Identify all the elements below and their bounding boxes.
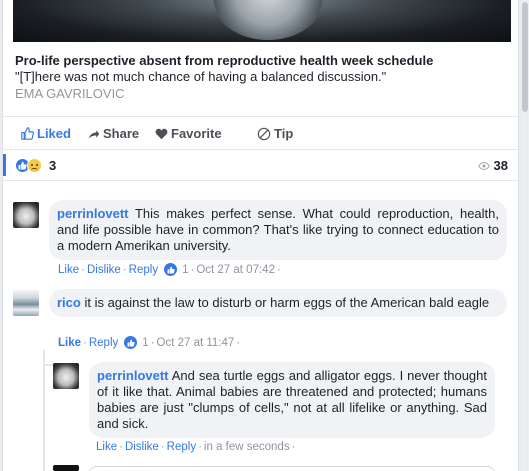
comment-username[interactable]: rico <box>57 295 81 310</box>
like-link[interactable]: Like <box>58 337 81 349</box>
view-count: 38 <box>477 158 508 173</box>
article-author[interactable]: EMA GAVRILOVIC <box>15 86 125 101</box>
comment-time[interactable]: Oct 27 at 11:47 <box>157 337 235 349</box>
avatar[interactable] <box>53 363 79 389</box>
like-link[interactable]: Like <box>96 441 117 453</box>
heart-icon <box>155 128 168 139</box>
dislike-link[interactable]: Dislike <box>87 264 121 276</box>
action-bar: Liked Share Favorite Tip <box>3 116 518 150</box>
comment-meta: Like · Dislike · Reply 1 · Oct 27 at 07:… <box>58 263 281 276</box>
comment-bubble: rico it is against the law to disturb or… <box>49 289 507 317</box>
favorite-button[interactable]: Favorite <box>155 126 222 141</box>
views-value: 38 <box>493 158 508 173</box>
article-card: Pro-life perspective absent from reprodu… <box>2 0 519 471</box>
sad-reaction-icon <box>27 158 42 173</box>
reply-input[interactable] <box>89 466 495 471</box>
reaction-count[interactable]: 3 <box>49 158 56 173</box>
dislike-link[interactable]: Dislike <box>125 441 159 453</box>
article-quote: "[T]here was not much chance of having a… <box>15 69 387 84</box>
article-image[interactable] <box>13 0 511 42</box>
scrollbar[interactable] <box>521 0 529 471</box>
reply-link[interactable]: Reply <box>89 337 118 349</box>
comment-username[interactable]: perrinlovett <box>57 206 129 221</box>
comment-username[interactable]: perrinlovett <box>97 368 169 383</box>
like-link[interactable]: Like <box>58 264 79 276</box>
tip-button[interactable]: Tip <box>257 126 293 141</box>
comment-time[interactable]: Oct 27 at 07:42 <box>196 264 275 276</box>
comment-meta: Like · Reply 1 · Oct 27 at 11:47 · <box>58 336 241 349</box>
eye-icon <box>477 161 490 170</box>
like-badge-icon <box>124 336 138 349</box>
avatar[interactable] <box>53 465 79 471</box>
liked-label: Liked <box>37 126 71 141</box>
comment-meta: Like · Dislike · Reply · in a few second… <box>96 441 296 453</box>
like-count: 1 <box>182 263 189 276</box>
tip-label: Tip <box>274 126 294 141</box>
comment-text: it is against the law to disturb or harm… <box>80 295 490 310</box>
share-label: Share <box>103 126 140 141</box>
reaction-icons[interactable] <box>15 158 42 173</box>
reply-link[interactable]: Reply <box>129 264 158 276</box>
avatar[interactable] <box>13 202 39 228</box>
liked-button[interactable]: Liked <box>21 126 71 141</box>
comment-bubble: perrinlovett And sea turtle eggs and all… <box>89 362 495 438</box>
thumbs-up-icon <box>21 127 34 140</box>
favorite-label: Favorite <box>171 126 222 141</box>
tip-icon <box>257 127 271 140</box>
scrollbar-thumb[interactable] <box>522 2 528 112</box>
like-badge-icon <box>164 263 178 276</box>
stats-accent <box>3 154 6 176</box>
reply-link[interactable]: Reply <box>167 441 196 453</box>
share-arrow-icon <box>88 129 100 138</box>
article-headline[interactable]: Pro-life perspective absent from reprodu… <box>15 53 433 68</box>
comment-time[interactable]: in a few seconds <box>204 441 290 453</box>
share-button[interactable]: Share <box>88 126 139 141</box>
stats-bar: 3 38 <box>3 151 518 181</box>
moon-graphic <box>213 0 323 40</box>
like-count: 1 <box>142 336 149 349</box>
reply-connector <box>43 364 53 366</box>
comment-bubble: perrinlovett This makes perfect sense. W… <box>49 200 507 260</box>
thread-line <box>43 350 45 471</box>
avatar[interactable] <box>13 290 39 316</box>
